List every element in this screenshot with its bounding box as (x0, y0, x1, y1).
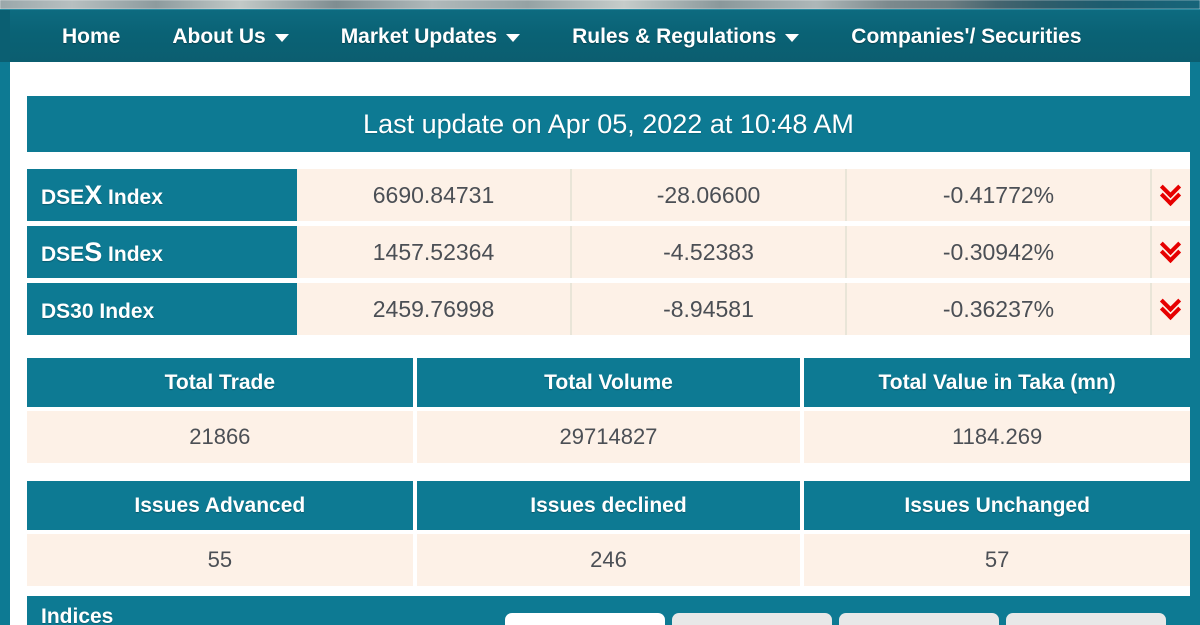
index-name-initial: X (84, 179, 103, 210)
column-header-total-trade: Total Trade (27, 358, 417, 411)
column-header-issues-declined: Issues declined (414, 481, 805, 534)
chevron-down-icon (274, 33, 289, 42)
index-direction-cell (1152, 283, 1190, 335)
index-summary-table: DSEX Index 6690.84731 -28.06600 -0.41772… (27, 164, 1190, 340)
nav-item-about-us[interactable]: About Us (146, 10, 314, 62)
double-chevron-down-icon (1162, 182, 1180, 204)
table-header-row: Issues Advanced Issues declined Issues U… (27, 481, 1190, 534)
indices-tab-4[interactable] (1006, 613, 1166, 625)
index-name-prefix: DS30 Index (41, 299, 155, 323)
indices-tab-1[interactable] (505, 613, 665, 625)
totals-table: Total Trade Total Volume Total Value in … (27, 358, 1190, 463)
index-name-prefix: DSE (41, 185, 85, 209)
indices-panel-title: Indices (41, 605, 114, 625)
nav-item-market-updates[interactable]: Market Updates (315, 10, 546, 62)
index-value: 2459.76998 (297, 283, 572, 335)
indices-panel: Indices (27, 596, 1190, 625)
nav-item-label: Companiesʹ/ Securities (851, 24, 1082, 48)
top-banner-image (0, 0, 1200, 9)
index-percent-change: -0.36237% (847, 283, 1152, 335)
index-change: -28.06600 (572, 169, 847, 221)
column-header-issues-unchanged: Issues Unchanged (802, 481, 1190, 534)
index-name-dses: DSES Index (27, 226, 297, 278)
index-value: 6690.84731 (297, 169, 572, 221)
index-name-suffix: Index (102, 242, 163, 266)
last-update-banner: Last update on Apr 05, 2022 at 10:48 AM (27, 96, 1190, 152)
index-direction-cell (1152, 226, 1190, 278)
column-header-total-value: Total Value in Taka (mn) (802, 358, 1190, 411)
index-percent-change: -0.30942% (847, 226, 1152, 278)
table-row: 21866 29714827 1184.269 (27, 409, 1190, 463)
total-trade-value: 21866 (27, 409, 417, 463)
nav-item-label: Market Updates (340, 24, 498, 48)
index-name-suffix: Index (102, 185, 163, 209)
index-change: -8.94581 (572, 283, 847, 335)
table-row: DSES Index 1457.52364 -4.52383 -0.30942% (27, 226, 1190, 278)
issues-declined-value: 246 (414, 532, 805, 586)
index-name-initial: S (84, 236, 103, 267)
total-value-taka: 1184.269 (802, 409, 1190, 463)
indices-tab-strip (505, 613, 1166, 625)
nav-item-label: About Us (172, 24, 266, 48)
index-value: 1457.52364 (297, 226, 572, 278)
table-header-row: Total Trade Total Volume Total Value in … (27, 358, 1190, 411)
column-header-issues-advanced: Issues Advanced (27, 481, 417, 534)
index-change: -4.52383 (572, 226, 847, 278)
nav-item-label: Rules & Regulations (572, 24, 777, 48)
last-update-text: Last update on Apr 05, 2022 at 10:48 AM (363, 108, 854, 139)
nav-item-home[interactable]: Home (0, 10, 146, 62)
column-header-total-volume: Total Volume (414, 358, 805, 411)
double-chevron-down-icon (1162, 239, 1180, 261)
nav-item-label: Home (62, 24, 121, 48)
issues-unchanged-value: 57 (802, 532, 1190, 586)
indices-tab-3[interactable] (839, 613, 999, 625)
index-name-ds30: DS30 Index (27, 283, 297, 335)
table-row: 55 246 57 (27, 532, 1190, 586)
main-navigation: Home About Us Market Updates Rules & Reg… (0, 9, 1200, 62)
issues-table: Issues Advanced Issues declined Issues U… (27, 481, 1190, 586)
table-row: DS30 Index 2459.76998 -8.94581 -0.36237% (27, 283, 1190, 335)
index-percent-change: -0.41772% (847, 169, 1152, 221)
table-row: DSEX Index 6690.84731 -28.06600 -0.41772… (27, 169, 1190, 221)
chevron-down-icon (506, 33, 521, 42)
nav-item-companies-securities[interactable]: Companiesʹ/ Securities (825, 10, 1107, 62)
nav-item-rules-regulations[interactable]: Rules & Regulations (546, 10, 825, 62)
indices-tab-2[interactable] (672, 613, 832, 625)
market-summary-content: Last update on Apr 05, 2022 at 10:48 AM … (27, 96, 1190, 586)
frame-top-gap (10, 62, 1190, 70)
chevron-down-icon (785, 33, 800, 42)
index-name-prefix: DSE (41, 242, 85, 266)
total-volume-value: 29714827 (414, 409, 805, 463)
index-name-dsex: DSEX Index (27, 169, 297, 221)
double-chevron-down-icon (1162, 296, 1180, 318)
issues-advanced-value: 55 (27, 532, 417, 586)
index-direction-cell (1152, 169, 1190, 221)
